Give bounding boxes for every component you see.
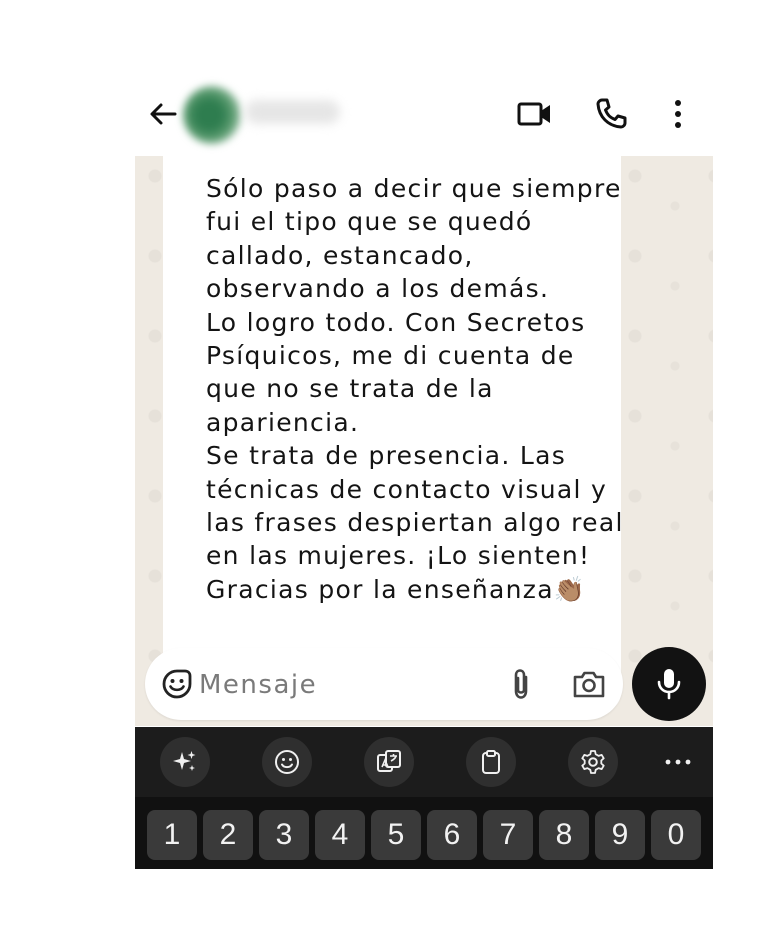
message-line: Sólo paso a decir que siempre — [206, 174, 622, 203]
clipboard-button[interactable] — [466, 737, 516, 787]
message-text: Sólo paso a decir que siempre fui el tipo… — [206, 172, 636, 606]
emoji-icon — [275, 750, 299, 774]
clipboard-icon — [482, 750, 500, 774]
translate-button[interactable] — [364, 737, 414, 787]
chat-header — [135, 72, 713, 156]
message-line: fui el tipo que se quedó — [206, 207, 533, 237]
message-composer — [145, 648, 623, 720]
camera-icon[interactable] — [571, 666, 607, 702]
sparkle-icon — [173, 751, 196, 771]
attach-icon[interactable] — [503, 666, 539, 702]
voice-message-button[interactable] — [632, 647, 706, 721]
message-line: observando a los demás. — [206, 274, 550, 304]
key-0[interactable]: 0 — [651, 810, 701, 860]
message-line: Lo logro todo. Con Secretos — [206, 307, 586, 337]
more-icon[interactable] — [663, 749, 693, 775]
chat-area[interactable]: Sólo paso a decir que siempre fui el tipo… — [135, 156, 713, 726]
back-arrow-icon[interactable] — [143, 94, 183, 134]
key-2[interactable]: 2 — [203, 810, 253, 860]
message-line: técnicas de contacto visual y — [206, 474, 608, 504]
number-row: 1 2 3 4 5 6 7 8 9 0 — [135, 797, 713, 869]
keyboard-toolbar — [135, 727, 713, 797]
more-options-icon[interactable] — [658, 94, 698, 134]
settings-icon — [581, 750, 605, 774]
key-5[interactable]: 5 — [371, 810, 421, 860]
contact-avatar[interactable] — [183, 86, 241, 144]
key-9[interactable]: 9 — [595, 810, 645, 860]
message-line: que no se trata de la — [206, 374, 494, 404]
ai-writing-tool-button[interactable] — [160, 737, 210, 787]
emoji-keyboard-button[interactable] — [262, 737, 312, 787]
translate-icon — [377, 750, 401, 772]
key-1[interactable]: 1 — [147, 810, 197, 860]
key-8[interactable]: 8 — [539, 810, 589, 860]
keyboard-settings-button[interactable] — [568, 737, 618, 787]
phone-screen: Sólo paso a decir que siempre fui el tipo… — [135, 72, 713, 869]
sticker-emoji-icon[interactable] — [161, 668, 193, 700]
key-6[interactable]: 6 — [427, 810, 477, 860]
video-call-icon[interactable] — [515, 94, 555, 134]
message-line: en las mujeres. ¡Lo sienten! — [206, 541, 591, 571]
message-bubble[interactable]: Sólo paso a decir que siempre fui el tipo… — [163, 156, 622, 711]
key-3[interactable]: 3 — [259, 810, 309, 860]
message-input[interactable] — [199, 665, 489, 705]
message-line: Se trata de presencia. Las — [206, 441, 567, 471]
microphone-icon — [657, 669, 681, 700]
message-line: callado, estancado, — [206, 240, 474, 270]
key-7[interactable]: 7 — [483, 810, 533, 860]
message-line: las frases despiertan algo real — [206, 508, 624, 538]
message-line: apariencia. — [206, 407, 360, 437]
message-line: Psíquicos, me di cuenta de — [206, 341, 575, 371]
message-line: Gracias por la enseñanza👏🏽 — [206, 574, 587, 604]
key-4[interactable]: 4 — [315, 810, 365, 860]
contact-name-blurred[interactable] — [245, 100, 340, 124]
phone-call-icon[interactable] — [591, 94, 631, 134]
